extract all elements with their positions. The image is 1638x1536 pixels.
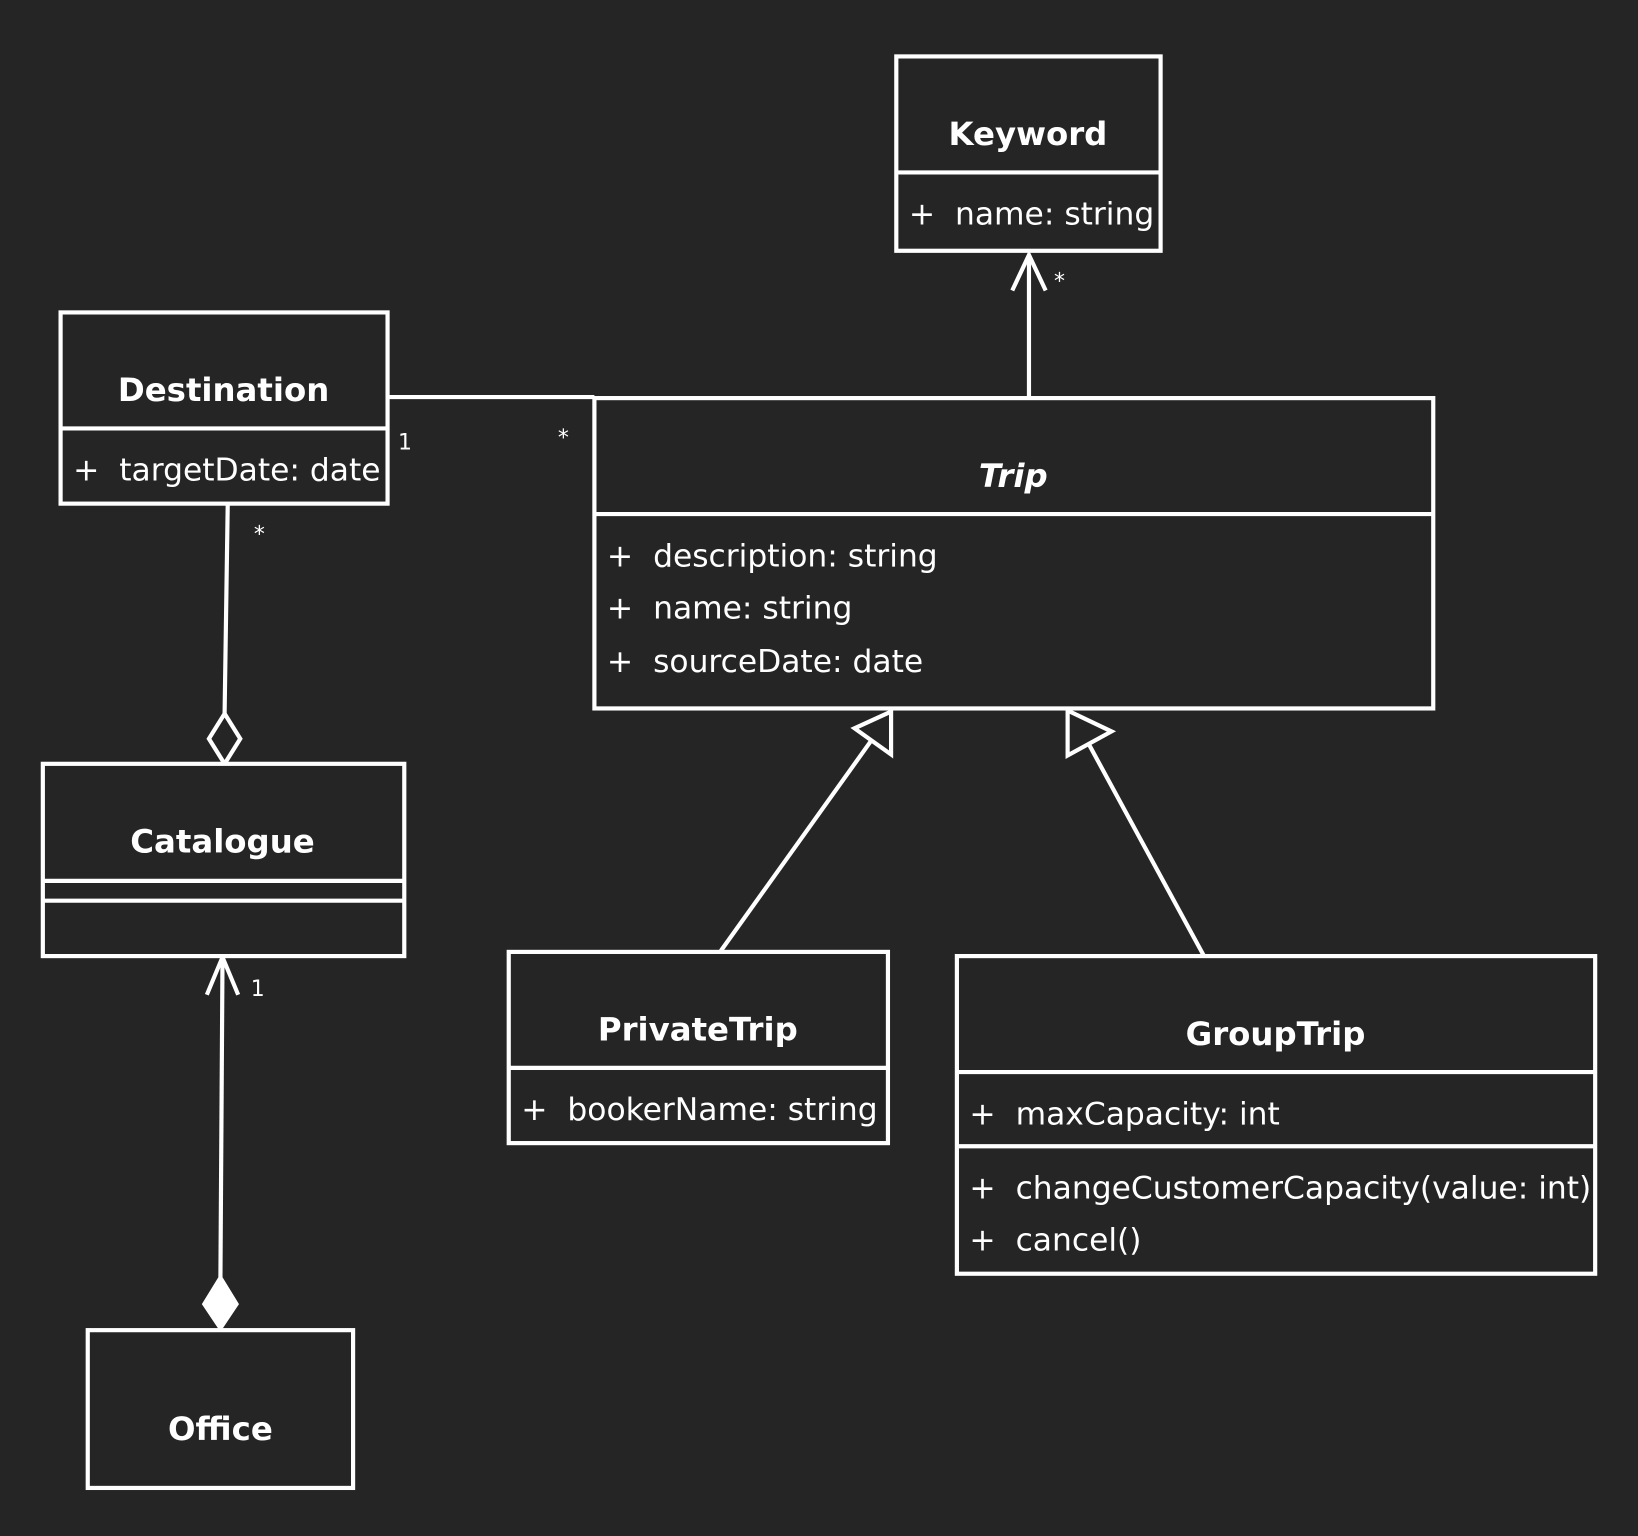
uml-class-diagram: * 1 * * 1 Keyword + name: string Destina… <box>40 54 1598 1491</box>
multiplicity-catalogue-composition-end: 1 <box>251 977 265 1002</box>
hollow-triangle-icon <box>850 708 894 759</box>
hollow-diamond-icon <box>206 709 243 768</box>
attribute: + maxCapacity: int <box>969 1096 1279 1132</box>
operation: + cancel() <box>969 1223 1141 1259</box>
generalization-line <box>1084 738 1206 957</box>
edge-grouptrip-trip[interactable] <box>1065 707 1206 957</box>
class-catalogue[interactable]: Catalogue <box>40 761 407 959</box>
attribute: + bookerName: string <box>521 1092 877 1128</box>
edge-office-catalogue[interactable] <box>201 951 241 1332</box>
class-destination[interactable]: Destination + targetDate: date <box>58 310 390 506</box>
aggregation-line <box>222 503 230 714</box>
attribute: + sourceDate: date <box>607 644 923 680</box>
class-name: Trip <box>979 457 1048 495</box>
class-keyword[interactable]: Keyword + name: string <box>894 54 1163 253</box>
operation: + changeCustomerCapacity(value: int) <box>969 1170 1591 1206</box>
class-private-trip[interactable]: PrivateTrip + bookerName: string <box>506 949 891 1146</box>
attribute: + targetDate: date <box>73 453 380 489</box>
multiplicity-trip-end: * <box>558 426 569 451</box>
class-name: GroupTrip <box>1186 1015 1366 1053</box>
class-name: Keyword <box>949 115 1108 153</box>
edge-privatetrip-trip[interactable] <box>719 708 894 953</box>
multiplicity-keyword-end: * <box>1054 269 1065 294</box>
class-name: Catalogue <box>130 823 314 861</box>
multiplicity-destination-end: 1 <box>398 430 412 455</box>
attribute: + name: string <box>607 591 852 627</box>
attribute: + description: string <box>607 538 938 574</box>
composition-line <box>218 957 225 1279</box>
class-name: PrivateTrip <box>598 1011 798 1049</box>
attribute: + name: string <box>909 197 1154 233</box>
class-office[interactable]: Office <box>85 1328 356 1491</box>
filled-diamond-icon <box>201 1273 239 1332</box>
edge-catalogue-destination[interactable] <box>206 503 243 768</box>
class-group-trip[interactable]: GroupTrip + maxCapacity: int + changeCus… <box>954 953 1598 1276</box>
class-trip[interactable]: Trip + description: string + name: strin… <box>592 396 1436 711</box>
generalization-line <box>719 736 876 953</box>
class-name: Destination <box>118 371 329 409</box>
class-name: Office <box>168 1410 273 1448</box>
multiplicity-destination-aggregation-end: * <box>254 522 265 547</box>
edge-trip-keyword[interactable] <box>1010 250 1048 398</box>
